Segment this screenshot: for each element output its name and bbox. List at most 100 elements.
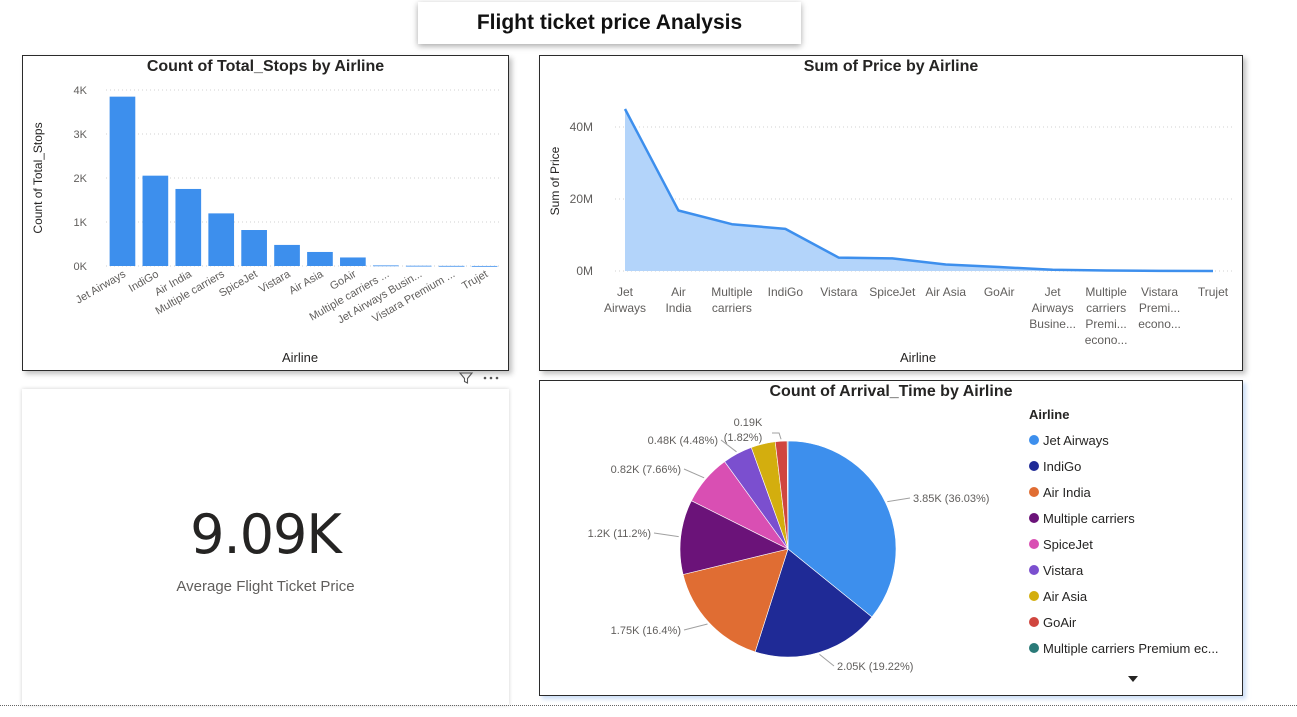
page-bottom-border [0,705,1297,706]
legend-label: Air India [1043,484,1091,500]
legend-item[interactable]: GoAir [1029,609,1239,635]
pie-legend: Airline Jet Airways IndiGo Air India Multip… [1029,407,1239,661]
x-tick-label: Vistara [820,285,857,299]
bar-chart-card[interactable]: Count of Total_Stops by Airline 0K 1K 2K 3K… [22,55,509,371]
y-axis-title: Count of Total_Stops [31,122,45,233]
leader-line [772,432,782,440]
x-tick-label: Trujet [460,268,490,292]
x-tick-label: GoAir [984,285,1015,299]
data-label: 0.19K [734,417,763,429]
legend-label: Multiple carriers [1043,510,1135,526]
y-tick-label: 40M [570,120,593,134]
legend-dot-icon [1029,435,1039,445]
area-fill [625,109,1213,271]
x-tick-label: Jet Airways [74,268,129,306]
legend-label: Air Asia [1043,588,1088,604]
x-axis-title: Airline [900,350,936,365]
y-tick-label: 3K [74,129,88,141]
bar [208,213,235,266]
x-tick-label: Jet Airways [604,285,646,315]
legend-item[interactable]: Air India [1029,479,1239,505]
legend-item[interactable]: IndiGo [1029,453,1239,479]
bar [142,175,169,266]
x-tick-label: IndiGo [768,285,804,299]
legend-dot-icon [1029,565,1039,575]
legend-label: Vistara [1043,562,1084,578]
data-label: (1.82%) [724,432,763,444]
legend-dot-icon [1029,643,1039,653]
bar [471,265,498,267]
legend-label: SpiceJet [1043,536,1093,552]
legend-dot-icon [1029,513,1039,523]
pie-chart: 3.85K (36.03%) 2.05K (19.22%) 1.75K (16.4%… [588,417,990,673]
x-tick-label: SpiceJet [869,285,916,299]
legend-label: Jet Airways [1043,432,1109,448]
data-label: 1.75K (16.4%) [611,625,681,637]
x-tick-label: Vistara Premi... econo... [1138,285,1181,331]
x-tick-label: Multiple carriers Premi... econo... [1085,285,1128,347]
legend-label: GoAir [1043,614,1077,630]
bar-chart: 0K1K2K3K4KJet AirwaysIndiGoAir IndiaMult… [31,85,501,365]
leader-line [819,654,835,667]
legend-item[interactable]: Air Asia [1029,583,1239,609]
y-axis-title: Sum of Price [548,146,562,215]
bar [340,257,366,266]
data-label: 3.85K (36.03%) [913,493,989,505]
legend-dot-icon [1029,539,1039,549]
legend-item[interactable]: Jet Airways [1029,427,1239,453]
bar [175,188,202,266]
leader-line [683,623,708,631]
leader-line [653,532,679,538]
kpi-card[interactable]: 9.09K Average Flight Ticket Price [22,389,509,705]
y-tick-label: 1K [74,217,88,229]
legend-label: Multiple carriers Premium ec... [1043,640,1219,656]
data-label: 0.48K (4.48%) [648,435,718,447]
leader-line [683,468,705,479]
legend-dot-icon [1029,487,1039,497]
x-tick-label: Air Asia [287,268,326,297]
x-tick-label: SpiceJet [217,268,260,299]
more-options-icon[interactable] [482,370,500,386]
bar [241,230,267,266]
x-axis-title: Airline [282,350,318,365]
data-label: 1.2K (11.2%) [588,528,651,540]
y-tick-label: 0K [74,261,88,273]
x-tick-label: Air Asia [925,285,966,299]
bar [109,96,136,266]
legend-dot-icon [1029,461,1039,471]
legend-item[interactable]: Vistara [1029,557,1239,583]
y-tick-label: 2K [74,173,88,185]
area-chart-card[interactable]: Sum of Price by Airline 0M 20M 40M Jet Airwa… [539,55,1243,371]
kpi-value: 9.09K [190,503,342,566]
legend-dot-icon [1029,617,1039,627]
y-tick-label: 4K [74,85,88,97]
x-tick-label: Multiple carriers [711,285,753,315]
x-tick-label: Jet Airways Busine... [1029,285,1076,331]
leader-line [887,497,911,503]
y-tick-label: 20M [570,192,593,206]
area-chart: 0M 20M 40M Jet Airways Air India Multiple carrie… [548,108,1235,365]
pie-chart-card[interactable]: Count of Arrival_Time by Airline 3.85K (… [539,380,1243,696]
x-tick-label: Trujet [1198,285,1229,299]
page-title: Flight ticket price Analysis [418,2,801,44]
legend-item[interactable]: Multiple carriers [1029,505,1239,531]
x-tick-label: Vistara [257,268,293,296]
visual-header [458,369,510,387]
legend-scroll-down-icon[interactable] [1128,676,1138,682]
bar [307,251,333,266]
data-label: 0.82K (7.66%) [611,464,681,476]
legend-label: IndiGo [1043,458,1082,474]
legend-title: Airline [1029,407,1070,422]
filter-icon[interactable] [458,370,474,386]
legend-item[interactable]: Multiple carriers Premium ec... [1029,635,1239,661]
x-tick-label: Air India [665,285,691,315]
legend-dot-icon [1029,591,1039,601]
bar [372,265,399,267]
bar [438,265,465,267]
y-tick-label: 0M [576,264,593,278]
kpi-label: Average Flight Ticket Price [176,578,355,595]
bar [405,265,432,267]
data-label: 2.05K (19.22%) [837,661,913,673]
legend-item[interactable]: SpiceJet [1029,531,1239,557]
bar [274,244,300,266]
